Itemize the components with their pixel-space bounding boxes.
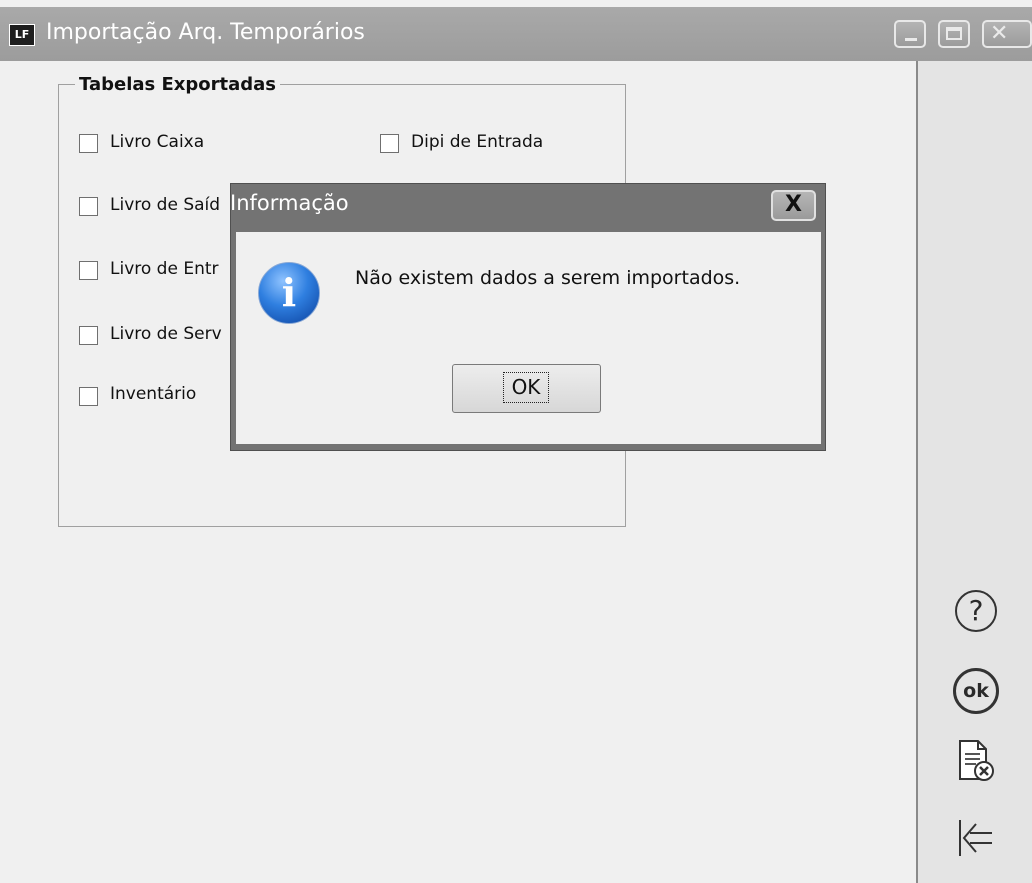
checkbox-label-dipi-entrada: Dipi de Entrada <box>411 132 544 152</box>
maximize-icon <box>946 27 962 40</box>
checkbox-dipi-entrada[interactable] <box>380 134 399 153</box>
info-icon: i <box>258 262 320 324</box>
help-icon[interactable]: ? <box>955 590 997 632</box>
dialog-message: Não existem dados a serem importados. <box>355 267 741 289</box>
minimize-button[interactable] <box>894 20 926 48</box>
app-logo-icon: LF <box>9 24 35 46</box>
checkbox-livro-caixa[interactable] <box>79 134 98 153</box>
checkbox-livro-servico[interactable] <box>79 326 98 345</box>
checkbox-label-livro-entrada: Livro de Entr <box>110 259 219 279</box>
checkbox-label-livro-saida: Livro de Saíd <box>110 195 221 215</box>
window-close-button[interactable]: ✕ <box>982 20 1032 48</box>
checkbox-label-inventario: Inventário <box>110 384 197 404</box>
ok-button-label: OK <box>503 372 549 403</box>
main-window: LF Importação Arq. Temporários ✕ Tabelas… <box>0 0 1032 883</box>
document-cancel-icon[interactable] <box>956 739 996 783</box>
dialog-close-button[interactable]: X <box>771 190 816 221</box>
exit-icon[interactable] <box>956 816 996 860</box>
title-bar: LF Importação Arq. Temporários ✕ <box>0 7 1032 61</box>
checkbox-inventario[interactable] <box>79 387 98 406</box>
window-title: Importação Arq. Temporários <box>46 20 365 45</box>
checkbox-label-livro-servico: Livro de Serv <box>110 324 222 344</box>
close-icon: ✕ <box>990 21 1009 46</box>
groupbox-legend: Tabelas Exportadas <box>75 74 281 95</box>
checkbox-livro-saida[interactable] <box>79 197 98 216</box>
maximize-button[interactable] <box>938 20 970 48</box>
ok-circle-icon[interactable]: ok <box>953 668 999 714</box>
minimize-icon <box>905 38 917 41</box>
checkbox-label-livro-caixa: Livro Caixa <box>110 132 205 152</box>
dialog-title: Informação <box>230 191 349 215</box>
checkbox-livro-entrada[interactable] <box>79 261 98 280</box>
